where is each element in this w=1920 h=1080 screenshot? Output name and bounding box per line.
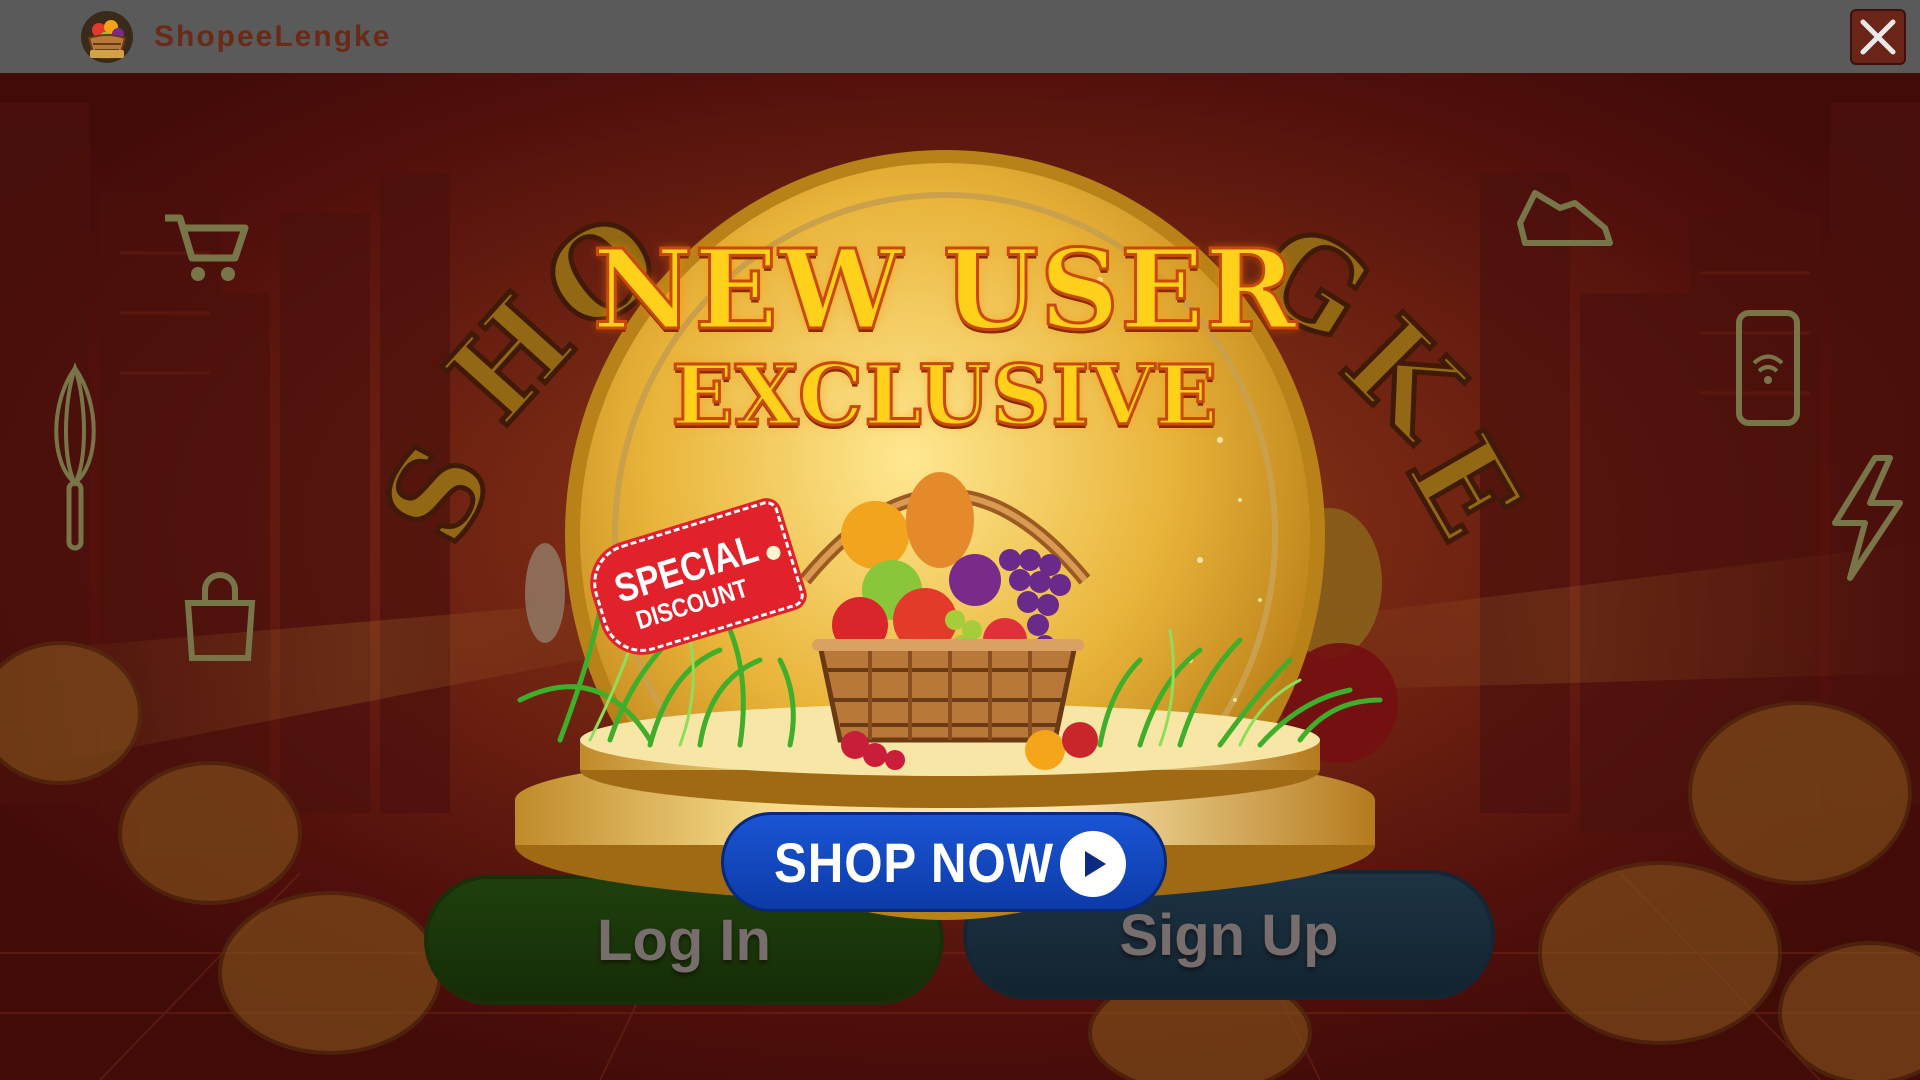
headline-new-user: NEW USER xyxy=(591,225,1298,354)
shop-now-label: SHOP NOW xyxy=(774,830,1054,894)
play-icon xyxy=(1085,851,1106,877)
close-button[interactable] xyxy=(1850,9,1906,65)
header-bar: ShopeeLengke xyxy=(0,0,1920,73)
close-icon xyxy=(1860,19,1896,55)
shop-now-button[interactable]: SHOP NOW xyxy=(721,812,1167,912)
app-title: ShopeeLengke xyxy=(154,19,392,53)
fruit-basket-icon xyxy=(81,10,133,63)
new-user-promo-popup[interactable]: NEW USER EXCLUSIVE SPECIAL DISCOUNT SHOP… xyxy=(500,140,1400,930)
headline-exclusive: EXCLUSIVE xyxy=(670,348,1219,444)
app-window: ShopeeLengke S H O G K E Log In Sign Up … xyxy=(0,0,1920,1080)
play-icon-circle xyxy=(1060,831,1126,897)
